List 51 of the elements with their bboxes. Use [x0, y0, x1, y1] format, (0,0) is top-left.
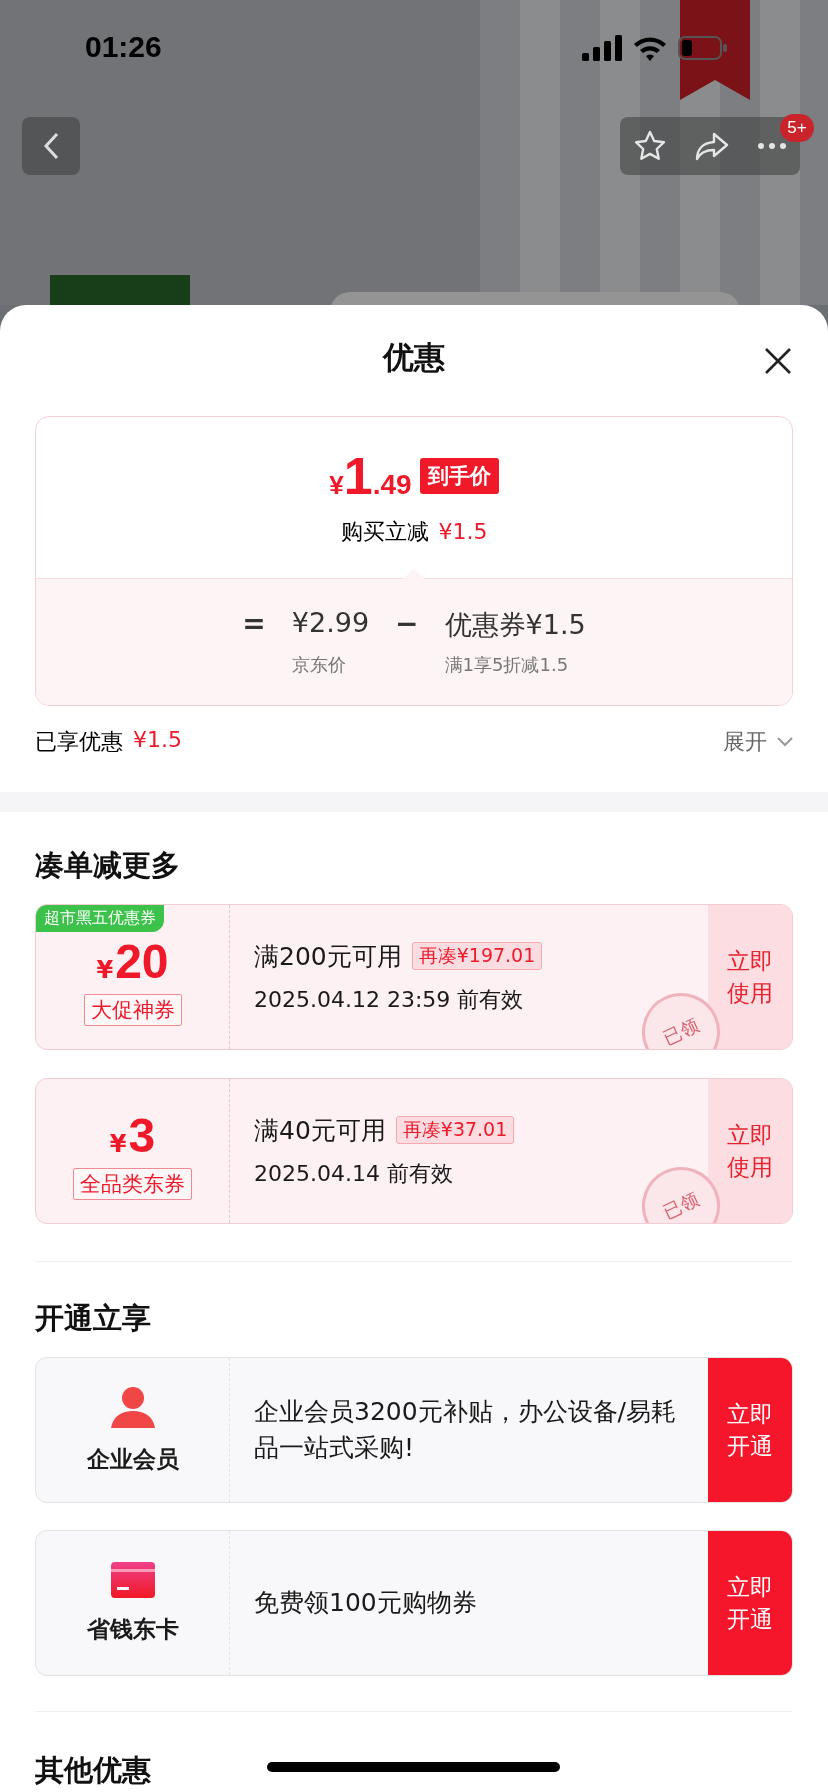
offer-name: 省钱东卡: [86, 1614, 179, 1644]
final-price: ¥1.49: [329, 448, 412, 503]
instant-discount-amount: ¥1.5: [438, 518, 488, 544]
enjoyed-discount-label: 已享优惠: [35, 728, 123, 756]
coupon-condition: 满200元可用: [254, 940, 402, 973]
activate-button[interactable]: 立即开通: [708, 1358, 792, 1502]
wifi-icon: [632, 35, 668, 61]
offer-name: 企业会员: [86, 1444, 179, 1474]
price-tag: 到手价: [419, 457, 499, 494]
coupon-type-label: 全品类东券: [73, 1168, 192, 1200]
coupon-tag: 超市黑五优惠券: [36, 905, 164, 932]
minus-sign: −: [395, 607, 419, 642]
enjoyed-discount-amount: ¥1.5: [133, 727, 182, 754]
signal-icon: [582, 35, 622, 61]
coupon-amount: 3: [128, 1110, 156, 1162]
coupon-condition: 满40元可用: [254, 1114, 386, 1147]
coupon-expiry: 2025.04.12 23:59 前有效: [254, 985, 525, 1014]
more-icon: [756, 142, 787, 150]
equals-sign: =: [242, 607, 266, 642]
card-icon: [110, 1561, 155, 1598]
section-title: 凑单减更多: [35, 848, 181, 882]
back-icon: [43, 132, 59, 160]
offer-description: 企业会员3200元补贴，办公设备/易耗品一站式采购!: [254, 1396, 678, 1464]
instant-discount-label: 购买立减: [340, 517, 429, 546]
chevron-down-icon: [777, 737, 793, 747]
coupon-type-label: 大促神券: [83, 994, 182, 1026]
star-icon: [633, 129, 668, 163]
offer-description: 免费领100元购物券: [254, 1587, 477, 1619]
activate-button[interactable]: 立即开通: [708, 1531, 792, 1675]
base-price-label: 京东价: [291, 653, 347, 677]
currency-sign: ¥: [96, 956, 114, 984]
status-time: 01:26: [85, 30, 162, 64]
coupon-expiry: 2025.04.14 前有效: [254, 1159, 454, 1188]
base-price: ¥2.99: [291, 607, 370, 640]
back-button[interactable]: [22, 117, 80, 175]
person-icon: [110, 1385, 155, 1428]
section-title: 其他优惠: [35, 1753, 151, 1787]
remaining-amount-tag: 再凑¥37.01: [395, 1116, 515, 1144]
currency-sign: ¥: [109, 1130, 127, 1158]
share-icon: [694, 131, 730, 161]
sheet-title: 优惠: [383, 338, 445, 377]
coupon-rule: 满1享5折减1.5: [444, 653, 570, 677]
use-now-button[interactable]: 立即使用: [708, 905, 792, 1049]
use-now-button[interactable]: 立即使用: [708, 1079, 792, 1223]
coupon-amount: 20: [115, 936, 169, 988]
expand-button[interactable]: 展开: [723, 727, 793, 757]
coupon-value: 优惠券¥1.5: [444, 608, 586, 642]
remaining-amount-tag: 再凑¥197.01: [411, 942, 543, 970]
section-title: 开通立享: [35, 1301, 152, 1335]
battery-icon: [678, 36, 728, 60]
close-icon: [764, 347, 792, 375]
